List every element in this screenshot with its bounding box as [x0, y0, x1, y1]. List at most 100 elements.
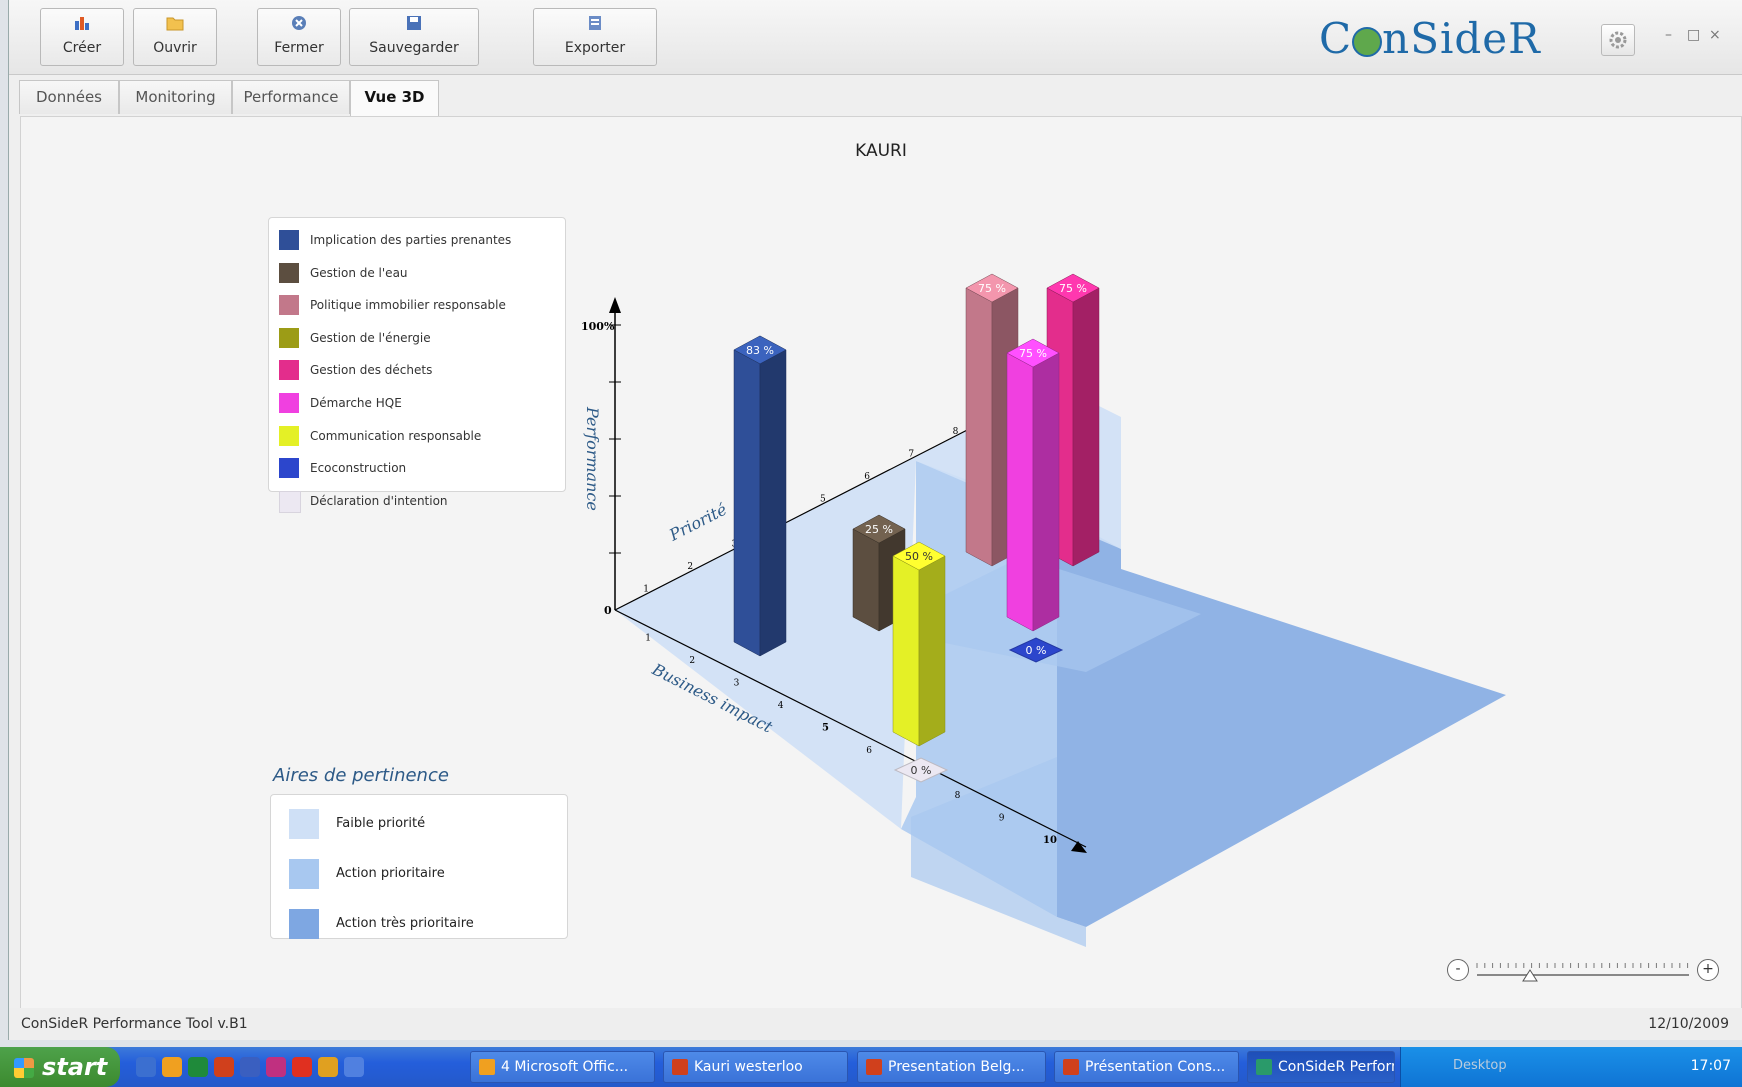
export-button[interactable]: Exporter [533, 8, 657, 66]
quicklaunch-excel-icon[interactable] [188, 1057, 208, 1077]
priorite-tick-2: 2 [687, 562, 693, 572]
bar-value-label: 25 % [865, 523, 893, 536]
business-tick-1: 1 [645, 634, 651, 644]
zone-action-tres-prioritaire [1057, 513, 1506, 927]
bar-front-face [1006, 352, 1034, 632]
chart-create-icon [75, 17, 89, 30]
bar-front-face [733, 349, 761, 657]
priorite-tick-7: 7 [908, 450, 914, 460]
settings-button[interactable] [1601, 24, 1635, 56]
quicklaunch-outlook-icon[interactable] [162, 1057, 182, 1077]
chart-3d: 100% 0 Performance Priorité Business imp… [581, 273, 1506, 947]
priorite-tick-8: 8 [953, 427, 959, 437]
open-button[interactable]: Ouvrir [133, 8, 217, 66]
globe-heart-icon [1352, 27, 1383, 57]
save-disk-icon [407, 16, 421, 30]
powerpoint-icon [866, 1059, 882, 1075]
bar-value-label: 0 % [1026, 644, 1047, 657]
save-button[interactable]: Sauvegarder [349, 8, 479, 66]
bar-side-face [1072, 287, 1100, 567]
export-button-label: Exporter [564, 40, 626, 56]
status-bar: ConSideR Performance Tool v.B1 12/10/200… [9, 1008, 1742, 1040]
bar-front-face [892, 555, 920, 747]
bar-value-label: 50 % [905, 550, 933, 563]
windows-flag-icon [14, 1058, 34, 1078]
y-tick-label-100: 100% [581, 320, 615, 333]
clock: 17:07 [1690, 1058, 1731, 1074]
close-file-button-label: Fermer [274, 40, 324, 56]
bar-side-face [918, 555, 946, 747]
bar-side-face [1032, 352, 1060, 632]
taskbar-task-4-microsoft-offic[interactable]: 4 Microsoft Offic... [470, 1051, 655, 1083]
folder-open-icon [166, 17, 184, 31]
start-button[interactable]: start [0, 1047, 120, 1087]
quicklaunch-folder-icon[interactable] [318, 1057, 338, 1077]
zoom-in-button[interactable]: + [1697, 959, 1719, 981]
priorite-axis-label: Priorité [665, 500, 730, 545]
desktop-toolbar[interactable]: Desktop [1453, 1058, 1507, 1073]
app-window: Créer Ouvrir Fermer Sauvegarder Exporter… [8, 0, 1742, 1040]
quicklaunch-ie-icon[interactable] [136, 1057, 156, 1077]
status-date: 12/10/2009 [1648, 1016, 1729, 1032]
bar-value-label: 75 % [978, 282, 1006, 295]
zoom-control: - + [1447, 957, 1727, 983]
y-tick-label-0: 0 [604, 604, 612, 617]
status-app-version: ConSideR Performance Tool v.B1 [21, 1016, 248, 1032]
business-tick-9: 9 [999, 814, 1005, 824]
system-tray: Desktop 17:07 [1400, 1047, 1742, 1087]
y-axis-label: Performance [583, 406, 602, 511]
open-button-label: Ouvrir [153, 40, 197, 56]
save-button-label: Sauvegarder [369, 40, 459, 56]
toolbar: Créer Ouvrir Fermer Sauvegarder Exporter… [9, 0, 1742, 75]
business-tick-6: 6 [866, 746, 872, 756]
bar-value-label: 0 % [911, 764, 932, 777]
logo-text-start: C [1319, 14, 1353, 63]
tab-performance[interactable]: Performance [232, 80, 350, 114]
zoom-out-button[interactable]: - [1447, 959, 1469, 981]
priorite-tick-1: 1 [643, 585, 649, 595]
task-label: ConSideR Perform... [1278, 1059, 1394, 1075]
consider-icon [1256, 1059, 1272, 1075]
tab-monitoring[interactable]: Monitoring [119, 80, 232, 114]
outlook-icon [479, 1059, 495, 1075]
business-tick-8: 8 [955, 791, 961, 801]
close-file-button[interactable]: Fermer [257, 8, 341, 66]
windows-taskbar: start 4 Microsoft Offic... Kauri westerlo… [0, 1047, 1742, 1087]
taskbar-task-presentation-belg[interactable]: Presentation Belg... [857, 1051, 1046, 1083]
bar-demarche-hqe: 75 % [1006, 338, 1060, 632]
bar-front-face [852, 528, 880, 632]
close-circle-icon [292, 16, 306, 30]
bar-side-face [759, 349, 787, 657]
task-label: Presentation Belg... [888, 1059, 1025, 1075]
taskbar-task-consider-perform[interactable]: ConSideR Perform... [1247, 1051, 1395, 1083]
bar-communication-responsable: 50 % [892, 541, 946, 747]
tab-donnees[interactable]: Données [19, 80, 119, 114]
powerpoint-icon [672, 1059, 688, 1075]
task-label: 4 Microsoft Offic... [501, 1059, 629, 1075]
consider-logo: CnSideR [1319, 14, 1541, 63]
taskbar-task-presentation-cons[interactable]: Présentation Cons... [1054, 1051, 1239, 1083]
taskbar-task-kauri-westerloo[interactable]: Kauri westerloo [663, 1051, 848, 1083]
tab-vue-3d[interactable]: Vue 3D [350, 80, 439, 117]
bar-value-label: 83 % [746, 344, 774, 357]
bar-implication-des-parties-prenantes: 83 % [733, 335, 787, 657]
bar-value-label: 75 % [1059, 282, 1087, 295]
gear-icon [1609, 31, 1627, 49]
quicklaunch-browser-icon[interactable] [344, 1057, 364, 1077]
quicklaunch-app-icon[interactable] [266, 1057, 286, 1077]
quicklaunch-media-icon[interactable] [292, 1057, 312, 1077]
bar-front-face [965, 287, 993, 567]
start-label: start [42, 1053, 108, 1081]
task-label: Présentation Cons... [1085, 1059, 1226, 1075]
business-tick-3: 3 [734, 679, 740, 689]
powerpoint-icon [1063, 1059, 1079, 1075]
create-button[interactable]: Créer [40, 8, 124, 66]
close-window-icon[interactable]: × [1709, 27, 1721, 43]
business-tick-10: 10 [1043, 835, 1057, 846]
zoom-slider[interactable] [1473, 957, 1693, 983]
maximize-icon[interactable]: □ [1687, 27, 1700, 43]
quicklaunch-word-icon[interactable] [240, 1057, 260, 1077]
quicklaunch-powerpoint-icon[interactable] [214, 1057, 234, 1077]
bar-value-label: 75 % [1019, 347, 1047, 360]
minimize-icon[interactable]: – [1665, 27, 1672, 43]
